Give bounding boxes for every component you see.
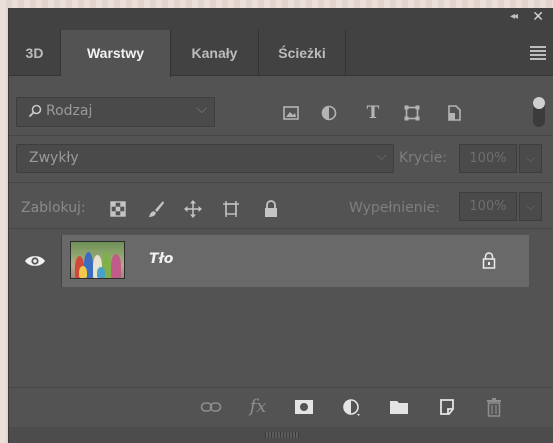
divider — [9, 135, 553, 136]
blend-mode-value: Zwykły — [29, 150, 79, 166]
panel-menu-icon[interactable] — [530, 46, 546, 60]
tab-layers[interactable]: Warstwy — [61, 30, 171, 77]
adjustment-icon[interactable] — [340, 397, 362, 417]
divider — [9, 182, 553, 183]
mask-icon[interactable] — [293, 397, 315, 417]
opacity-label: Krycie: — [399, 150, 448, 166]
opacity-dropdown-button[interactable]: ⌵ — [519, 144, 542, 173]
trash-icon[interactable] — [483, 397, 505, 417]
visibility-cell[interactable] — [9, 235, 62, 287]
close-icon[interactable]: ✕ — [532, 9, 544, 25]
lock-all-icon[interactable] — [261, 199, 281, 219]
chevron-down-icon: ⌵ — [196, 101, 207, 117]
tab-channels[interactable]: Kanały — [171, 30, 259, 76]
layer-lock-icon — [482, 252, 496, 269]
eye-icon[interactable] — [24, 254, 46, 268]
fill-dropdown-button[interactable]: ⌵ — [519, 192, 542, 221]
shape-filter-icon[interactable] — [403, 104, 421, 122]
blend-mode-select[interactable]: Zwykły ⌵ — [16, 144, 394, 173]
image-filter-icon[interactable] — [282, 104, 300, 122]
tab-paths[interactable]: Ścieżki — [259, 30, 346, 76]
lock-image-pixels-brush-icon[interactable] — [146, 199, 166, 219]
layers-panel: ◂◂ ✕ 3D Warstwy Kanały Ścieżki Rodzaj ⌵ … — [8, 8, 553, 443]
filter-kind-label: Rodzaj — [46, 103, 93, 119]
toggle-knob — [533, 97, 545, 109]
collapse-icon[interactable]: ◂◂ — [510, 11, 518, 22]
bottom-toolbar — [9, 387, 553, 427]
new-layer-icon[interactable] — [436, 397, 458, 417]
lock-label: Zablokuj: — [21, 200, 86, 216]
divider — [9, 228, 553, 229]
adjustment-filter-icon[interactable] — [320, 104, 338, 122]
search-icon — [28, 104, 42, 118]
lock-artboard-icon[interactable] — [221, 199, 241, 219]
filter-kind-select[interactable]: Rodzaj ⌵ — [16, 97, 215, 127]
type-filter-icon[interactable]: T — [364, 104, 382, 122]
layers-list-empty-area — [9, 287, 553, 387]
lock-position-move-icon[interactable] — [183, 199, 203, 219]
chevron-down-icon: ⌵ — [376, 148, 387, 164]
folder-icon[interactable] — [388, 397, 410, 417]
filter-toggle[interactable] — [533, 97, 545, 127]
fx-icon[interactable]: fx — [247, 397, 269, 417]
resize-grip-handle[interactable] — [265, 432, 299, 438]
tab-bar: 3D Warstwy Kanały Ścieżki — [9, 30, 553, 77]
layer-thumbnail — [70, 241, 125, 279]
link-icon[interactable] — [200, 397, 222, 417]
panel-titlebar: ◂◂ ✕ — [9, 8, 553, 30]
layer-name[interactable]: Tło — [149, 251, 173, 267]
lock-transparent-pixels-icon[interactable] — [108, 199, 128, 219]
fill-input[interactable]: 100% — [459, 192, 517, 221]
fill-label: Wypełnienie: — [349, 200, 440, 216]
smart-object-filter-icon[interactable] — [445, 104, 463, 122]
tab-3d[interactable]: 3D — [9, 30, 61, 76]
opacity-input[interactable]: 100% — [459, 144, 517, 173]
